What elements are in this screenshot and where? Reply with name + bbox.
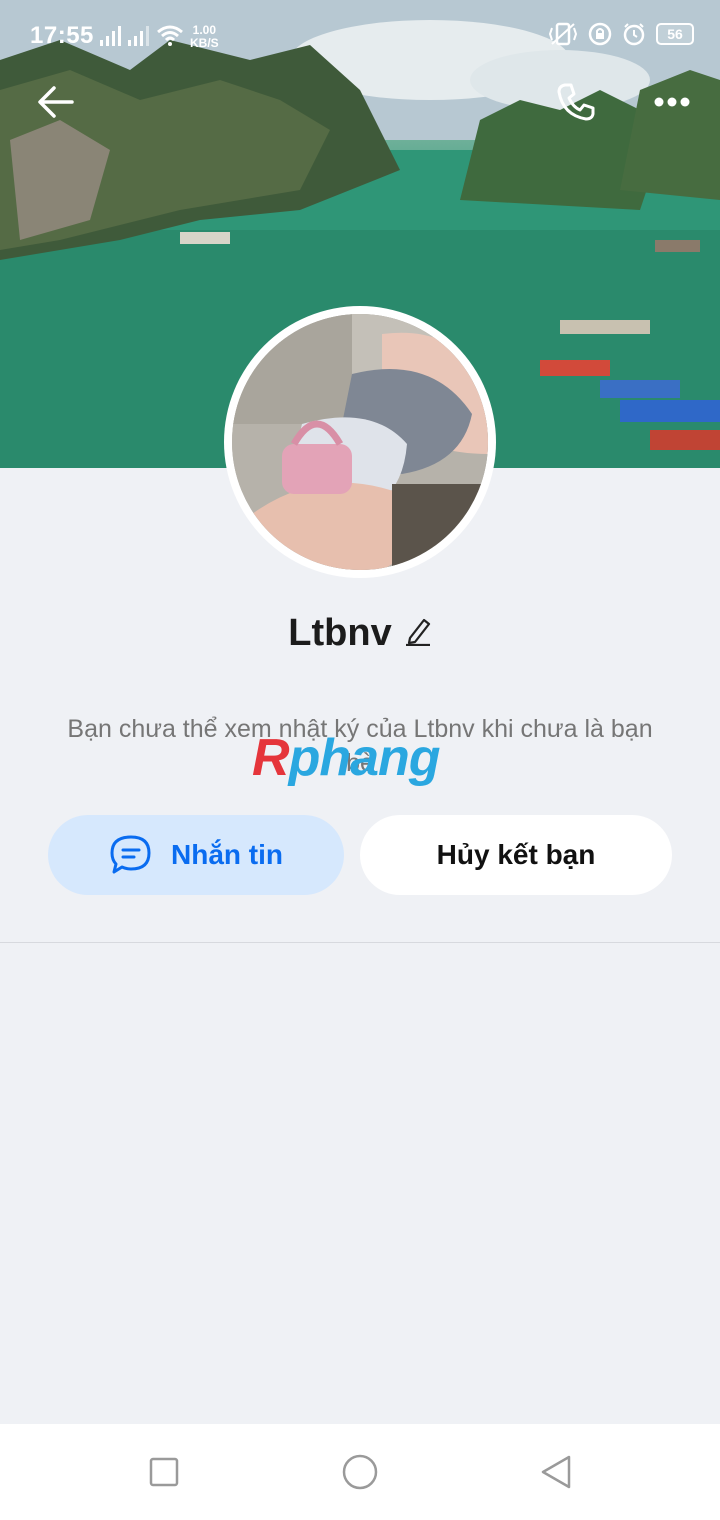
avatar-image [232,314,488,570]
back-button[interactable] [34,80,78,124]
vibrate-icon [548,22,578,46]
chat-bubble-icon [110,835,151,874]
arrow-left-icon [38,86,74,118]
square-icon [149,1457,179,1487]
unfriend-button[interactable]: Hủy kết bạn [360,815,672,895]
triangle-back-icon [541,1455,571,1489]
home-button[interactable] [340,1452,380,1492]
speed-unit: KB/S [190,36,219,50]
call-button[interactable] [554,80,598,124]
signal-icon-2 [128,26,149,46]
system-back-button[interactable] [536,1452,576,1492]
status-time: 17:55 [30,22,94,49]
recent-apps-button[interactable] [144,1452,184,1492]
profile-name: Ltbnv [288,612,392,654]
lock-rotation-icon [588,22,612,46]
edit-name-button[interactable] [404,613,432,656]
divider [0,942,720,943]
status-bar: 17:55 1.00 KB/S 56 [0,0,720,72]
pencil-icon [405,619,430,647]
phone-icon [557,83,595,121]
more-dots-icon [654,97,690,107]
network-speed: 1.00 KB/S [190,24,219,50]
watermark-rest: phang [288,729,441,787]
profile-name-row: Ltbnv [0,612,720,656]
signal-icon [100,26,121,46]
avatar[interactable] [224,306,496,578]
message-button-label: Nhắn tin [171,839,283,870]
watermark-logo: Rphang [252,728,441,788]
circle-icon [342,1454,378,1490]
message-button[interactable]: Nhắn tin [48,815,344,895]
alarm-icon [623,23,645,46]
unfriend-button-label: Hủy kết bạn [436,839,596,870]
system-navigation-bar [0,1424,720,1520]
more-button[interactable] [650,80,694,124]
watermark-first: R [252,729,290,787]
wifi-icon [157,25,183,46]
battery-indicator: 56 [656,23,694,45]
avatar-photo [232,314,488,570]
